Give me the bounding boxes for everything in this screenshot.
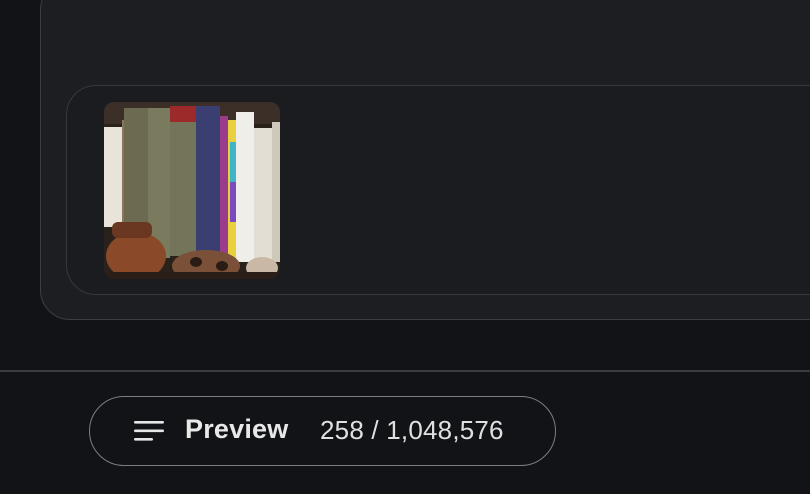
token-count: 258 / 1,048,576 (320, 415, 504, 445)
footer-divider (0, 370, 810, 372)
page: Preview 258 / 1,048,576 (0, 0, 810, 494)
preview-label: Preview (185, 414, 289, 444)
bookshelf-image-thumbnail[interactable] (104, 102, 280, 279)
menu-icon (134, 420, 164, 442)
preview-button[interactable]: Preview 258 / 1,048,576 (89, 396, 556, 466)
